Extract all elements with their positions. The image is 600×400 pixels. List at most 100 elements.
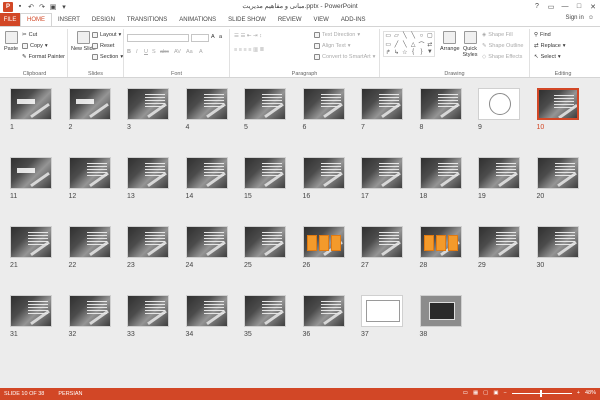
shape-item[interactable]: ▼	[426, 49, 434, 57]
slide-thumbnail[interactable]	[10, 88, 52, 120]
slide-thumbnail[interactable]	[536, 226, 579, 258]
shape-item[interactable]: △	[409, 40, 417, 49]
slide-thumbnail[interactable]	[185, 295, 228, 327]
slide-thumbnail[interactable]	[68, 295, 111, 327]
text-direction-button[interactable]: Text Direction ▾	[314, 32, 360, 38]
shape-effects-button[interactable]: ◇ Shape Effects	[482, 54, 522, 60]
slide-thumbnail[interactable]	[419, 88, 462, 120]
ribbon-display-icon[interactable]: ▭	[544, 0, 558, 13]
change-case-button[interactable]: Aa	[186, 49, 193, 55]
shape-item[interactable]: }	[417, 49, 425, 57]
sign-in-link[interactable]: Sign in	[566, 15, 584, 21]
section-button[interactable]: Section ▾	[92, 54, 123, 60]
tab-view[interactable]: VIEW	[308, 13, 335, 26]
alignment-icon[interactable]: ≡ ≡ ≡ ≡ ▥ ≣	[234, 47, 264, 53]
slide-thumbnail[interactable]	[478, 157, 520, 189]
shape-item[interactable]: ╲	[409, 32, 417, 40]
slide-thumbnail[interactable]	[478, 88, 520, 120]
slide-thumbnail[interactable]	[536, 157, 579, 189]
strikethrough-button[interactable]: abc	[160, 49, 169, 55]
paste-button[interactable]: Paste	[4, 31, 18, 52]
shape-item[interactable]: ▭	[384, 32, 392, 40]
slide-thumbnail[interactable]	[244, 157, 286, 189]
minimize-icon[interactable]: —	[558, 0, 572, 13]
shape-item[interactable]: ↳	[392, 49, 400, 57]
shape-item[interactable]: ⌒	[417, 40, 425, 49]
slide-thumbnail[interactable]	[244, 295, 286, 327]
font-size-combo[interactable]	[191, 34, 209, 42]
copy-button[interactable]: Copy ▾	[22, 43, 48, 49]
tab-animations[interactable]: ANIMATIONS	[173, 13, 222, 26]
tab-design[interactable]: DESIGN	[86, 13, 121, 26]
tab-transitions[interactable]: TRANSITIONS	[121, 13, 173, 26]
slide-thumbnail[interactable]	[185, 157, 228, 189]
tab-review[interactable]: REVIEW	[272, 13, 308, 26]
tab-file[interactable]: FILE	[0, 13, 20, 26]
slide-thumbnail[interactable]	[302, 157, 345, 189]
font-color-button[interactable]: A	[199, 49, 203, 55]
slide-thumbnail[interactable]	[185, 88, 228, 120]
slide-thumbnail[interactable]	[478, 226, 520, 258]
slide-thumbnail[interactable]	[10, 157, 52, 189]
arrange-button[interactable]: Arrange	[440, 31, 460, 52]
bold-button[interactable]: B	[127, 49, 131, 55]
grow-font-icon[interactable]: A	[211, 34, 215, 40]
convert-smartart-button[interactable]: Convert to SmartArt ▾	[314, 54, 375, 60]
shape-item[interactable]: ▭	[384, 40, 392, 49]
shadow-button[interactable]: S	[152, 49, 156, 55]
slide-thumbnail[interactable]	[302, 295, 345, 327]
undo-icon[interactable]: ↶	[27, 3, 35, 11]
slide-thumbnail[interactable]	[419, 226, 462, 258]
slide-thumbnail[interactable]	[244, 88, 286, 120]
slide-thumbnail[interactable]	[536, 88, 579, 120]
shape-fill-button[interactable]: ◈ Shape Fill	[482, 32, 513, 38]
shrink-font-icon[interactable]: a	[219, 34, 222, 40]
slide-thumbnail[interactable]	[419, 157, 462, 189]
font-name-combo[interactable]	[127, 34, 189, 42]
reading-view-icon[interactable]: ▢	[483, 390, 488, 396]
slide-thumbnail[interactable]	[127, 226, 169, 258]
slideshow-icon[interactable]: ▣	[49, 3, 57, 11]
slide-thumbnail[interactable]	[10, 295, 52, 327]
replace-button[interactable]: ⇄ Replace ▾	[534, 43, 566, 49]
slide-thumbnail[interactable]	[302, 226, 345, 258]
tab-add-ins[interactable]: ADD-INS	[335, 13, 372, 26]
slide-thumbnail[interactable]	[361, 226, 403, 258]
shape-item[interactable]: ╲	[401, 32, 409, 40]
slideshow-view-icon[interactable]: ▣	[493, 390, 498, 396]
cut-button[interactable]: ✂ Cut	[22, 32, 37, 38]
shape-item[interactable]: ↱	[384, 49, 392, 57]
help-icon[interactable]: ?	[530, 0, 544, 13]
shape-item[interactable]: ⇄	[426, 40, 434, 49]
underline-button[interactable]: U	[144, 49, 148, 55]
zoom-slider-thumb[interactable]	[539, 389, 542, 397]
align-text-button[interactable]: Align Text ▾	[314, 43, 351, 49]
layout-button[interactable]: Layout ▾	[92, 32, 121, 38]
slide-thumbnail[interactable]	[361, 157, 403, 189]
redo-icon[interactable]: ↷	[38, 3, 46, 11]
tab-insert[interactable]: INSERT	[52, 13, 86, 26]
slide-thumbnail[interactable]	[127, 157, 169, 189]
slide-thumbnail[interactable]	[361, 295, 403, 327]
italic-button[interactable]: I	[136, 49, 138, 55]
shape-item[interactable]: ╲	[401, 40, 409, 49]
shape-item[interactable]: {	[409, 49, 417, 57]
customize-icon[interactable]: ▾	[60, 3, 68, 11]
slide-thumbnail[interactable]	[68, 157, 111, 189]
shape-outline-button[interactable]: ✎ Shape Outline	[482, 43, 523, 49]
quick-styles-button[interactable]: Quick Styles	[460, 31, 480, 58]
shape-item[interactable]: ╱	[392, 40, 400, 49]
zoom-in-icon[interactable]: +	[577, 390, 580, 396]
find-button[interactable]: ⚲ Find	[534, 32, 551, 38]
slide-thumbnail[interactable]	[127, 295, 169, 327]
powerpoint-app-icon[interactable]: P	[3, 1, 13, 12]
format-painter-button[interactable]: ✎ Format Painter	[22, 54, 65, 60]
save-icon[interactable]: ▪	[16, 3, 24, 11]
maximize-icon[interactable]: □	[572, 0, 586, 13]
slide-thumbnail[interactable]	[68, 88, 111, 120]
slide-sorter-view-icon[interactable]: ▦	[473, 390, 478, 396]
slide-thumbnail[interactable]	[127, 88, 169, 120]
slide-thumbnail[interactable]	[185, 226, 228, 258]
shape-item[interactable]: ☆	[401, 49, 409, 57]
shape-item[interactable]: ○	[417, 32, 425, 40]
